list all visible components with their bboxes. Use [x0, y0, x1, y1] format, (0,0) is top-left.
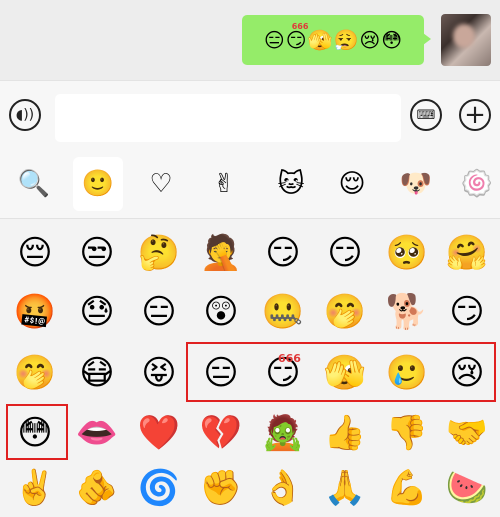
avatar[interactable] — [441, 14, 491, 66]
tab-gesture-sticker[interactable]: ✌ — [199, 157, 249, 211]
keyboard-button[interactable]: ⌨ — [410, 99, 442, 131]
tab-dog-sticker[interactable]: 🐶 — [391, 157, 441, 211]
emoji-cell[interactable]: 😏 — [444, 289, 490, 335]
sent-message-bubble[interactable]: 😑 😏 666 🫣 😮‍💨 😢 😳 — [242, 15, 431, 65]
emoji-cell[interactable]: 🤦 — [198, 230, 244, 276]
victory-hand-icon: ✌ — [213, 169, 235, 199]
emoji-cell[interactable]: 😲 — [198, 289, 244, 335]
emoji-cell[interactable]: 😷 — [74, 350, 120, 396]
tab-face-sticker[interactable]: 😌 — [327, 157, 377, 211]
message-input[interactable] — [55, 94, 401, 142]
search-icon: 🔍 — [17, 169, 51, 199]
emoji-cell[interactable]: 👍 — [322, 410, 368, 456]
emoji-cell[interactable]: 💪 — [384, 465, 430, 511]
emoji-cell[interactable]: 👄 — [74, 410, 120, 456]
emoji-cell[interactable]: 😝 — [136, 350, 182, 396]
emoji-cell[interactable]: ✊ — [198, 465, 244, 511]
message-emoji: 😮‍💨 — [333, 28, 359, 52]
tab-cat-sticker[interactable]: 🐱 — [266, 157, 316, 211]
sticker-tabs: 🔍 🙂 ♡ ✌ 🐱 😌 🐶 🍥 — [0, 152, 500, 219]
highlight-box — [186, 342, 496, 402]
tab-pink-sticker[interactable]: 🍥 — [452, 157, 500, 211]
smiley-icon: 🙂 — [81, 169, 115, 199]
emoji-cell[interactable]: 😓 — [74, 289, 120, 335]
emoji-cell[interactable]: 🌀 — [136, 465, 182, 511]
cat-icon: 🐱 — [277, 169, 305, 199]
emoji-cell[interactable]: ❤️ — [136, 410, 182, 456]
emoji-cell[interactable]: 🥺 — [384, 230, 430, 276]
emoji-cell[interactable]: 🤔 — [136, 230, 182, 276]
emoji-cell[interactable]: 🐕 — [384, 289, 430, 335]
more-button[interactable]: + — [459, 99, 491, 131]
pink-sticker-icon: 🍥 — [460, 169, 494, 199]
plus-icon: + — [464, 100, 486, 130]
emoji-cell[interactable]: ✌️ — [12, 465, 58, 511]
voice-input-button[interactable]: ◖)) — [9, 99, 41, 131]
emoji-cell[interactable]: 🤐 — [260, 289, 306, 335]
highlight-box — [6, 404, 68, 460]
tab-emoji[interactable]: 🙂 — [73, 157, 123, 211]
face-icon: 😌 — [338, 169, 366, 199]
emoji-cell[interactable]: 🤭 — [322, 289, 368, 335]
emoji-cell[interactable]: 👌 — [260, 465, 306, 511]
emoji-cell[interactable]: 🧟 — [260, 410, 306, 456]
emoji-cell[interactable]: 👎 — [384, 410, 430, 456]
message-emoji: 😢 — [359, 28, 381, 52]
emoji-cell[interactable]: 🫵 — [74, 465, 120, 511]
emoji-cell[interactable]: 💔 — [198, 410, 244, 456]
emoji-cell[interactable]: 🤬 — [12, 289, 58, 335]
emoji-panel: 😔 😒 🤔 🤦 😏 😏 🥺 🤗 🤬 😓 😑 😲 🤐 🤭 🐕 😏 🤭 😷 😝 😑 … — [0, 219, 500, 517]
emoji-cell[interactable]: 😏 — [322, 230, 368, 276]
message-emoji: 🫣 — [307, 28, 333, 52]
emoji-cell[interactable]: 🍉 — [444, 465, 490, 511]
emoji-cell[interactable]: 🙏 — [322, 465, 368, 511]
emoji-cell[interactable]: 🤭 — [12, 350, 58, 396]
tab-search[interactable]: 🔍 — [9, 157, 59, 211]
emoji-cell[interactable]: 😑 — [136, 289, 182, 335]
badge-666-message: 666 — [291, 22, 309, 31]
voice-icon: ◖)) — [15, 107, 35, 123]
keyboard-icon: ⌨ — [416, 107, 436, 123]
emoji-cell[interactable]: 😏 — [260, 230, 306, 276]
chat-area: 😑 😏 666 🫣 😮‍💨 😢 😳 — [0, 0, 500, 80]
message-emoji: 😳 — [381, 28, 403, 52]
emoji-cell[interactable]: 🤝 — [444, 410, 490, 456]
message-emoji: 😑 — [263, 28, 285, 52]
heart-icon: ♡ — [149, 169, 173, 199]
emoji-cell[interactable]: 🤗 — [444, 230, 490, 276]
tab-favorites[interactable]: ♡ — [136, 157, 186, 211]
message-emoji: 😏 666 — [285, 22, 309, 52]
emoji-cell[interactable]: 😒 — [74, 230, 120, 276]
dog-icon: 🐶 — [399, 169, 433, 199]
emoji-cell[interactable]: 😔 — [12, 230, 58, 276]
input-bar: ◖)) ⌨ + — [0, 80, 500, 153]
